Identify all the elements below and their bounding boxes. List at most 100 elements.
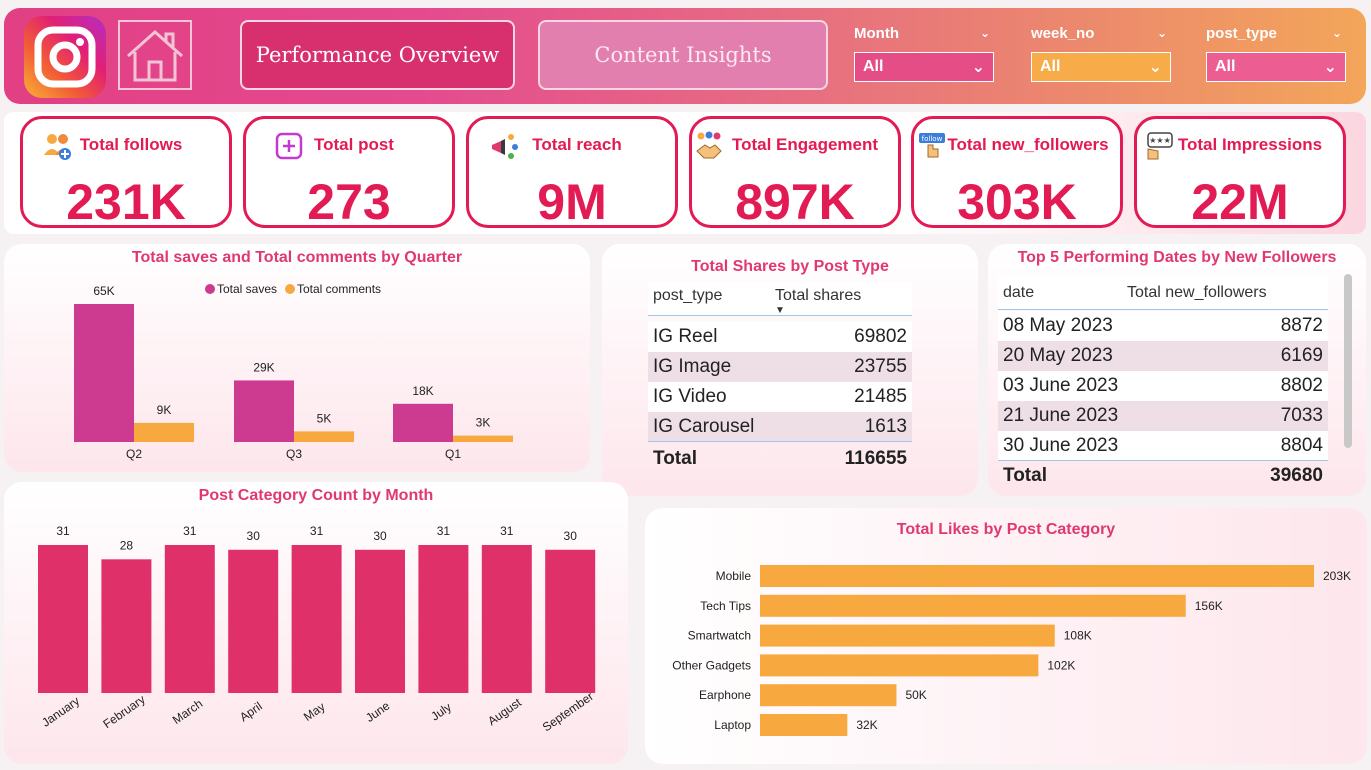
y-tick-label: Smartwatch — [688, 629, 751, 643]
month-slicer: Month ⌄ All ⌄ — [854, 22, 994, 82]
column-header-new-followers[interactable]: Total new_followers — [1127, 284, 1323, 302]
chart-bar — [355, 549, 405, 693]
kpi-card-total-new-followers: follow Total new_followers 303K — [911, 116, 1123, 230]
chart-bar — [74, 304, 134, 442]
table-row[interactable]: IG Video 21485 — [648, 382, 912, 412]
chart-bar — [291, 545, 342, 693]
table-scrollbar[interactable] — [1344, 274, 1352, 448]
data-label: 30 — [247, 529, 261, 543]
table-row[interactable]: 30 June 2023 8804 — [998, 431, 1328, 461]
chart-bar — [234, 380, 294, 442]
data-label: 30 — [564, 529, 578, 543]
x-tick-label: Q3 — [286, 447, 302, 461]
chart-bar — [760, 684, 897, 707]
kpi-value: 897K — [735, 174, 855, 230]
chart-bar — [545, 549, 596, 693]
y-tick-label: Earphone — [699, 688, 751, 702]
kpi-title: Total post — [314, 135, 394, 154]
column-header-post-type[interactable]: post_type — [653, 287, 722, 305]
chart-bar — [760, 624, 1055, 647]
kpi-value: 303K — [957, 174, 1077, 230]
shares-table-card: Total Shares by Post Type post_type Tota… — [602, 244, 978, 496]
kpi-title: Total Engagement — [731, 135, 879, 154]
data-label: 203K — [1323, 569, 1351, 583]
data-label: 30 — [373, 529, 387, 543]
x-tick-label: Q2 — [126, 447, 142, 461]
x-tick-label: September — [540, 689, 596, 734]
kpi-title: Total follows — [79, 135, 183, 154]
legend-marker — [285, 284, 295, 294]
x-tick-label: February — [100, 692, 147, 731]
x-tick-label: March — [170, 696, 205, 727]
legend-label: Total saves — [217, 282, 277, 296]
data-label: 18K — [412, 384, 433, 398]
saves-comments-card: Total saves and Total comments by Quarte… — [4, 244, 590, 472]
table-row[interactable]: 03 June 2023 8802 — [998, 371, 1328, 401]
post-type-dropdown[interactable]: All ⌄ — [1206, 52, 1346, 82]
table-row[interactable]: IG Image 23755 — [648, 352, 912, 382]
kpi-card-total-post: Total post 273 — [243, 116, 455, 230]
chart-bar — [38, 545, 88, 693]
table-row[interactable]: 21 June 2023 7033 — [998, 401, 1328, 431]
post-type-dropdown-value: All — [1215, 58, 1236, 75]
kpi-card-total-impressions: ★★★ Total Impressions 22M — [1134, 116, 1346, 230]
x-tick-label: June — [363, 698, 393, 725]
data-label: 29K — [253, 360, 274, 374]
data-label: 31 — [56, 524, 70, 538]
table-row[interactable]: 08 May 2023 8872 — [998, 311, 1328, 341]
column-header-total-shares[interactable]: Total shares ▼ — [775, 287, 907, 316]
kpi-title: Total Impressions — [1177, 135, 1323, 154]
home-button[interactable] — [118, 20, 192, 90]
kpi-card-total-reach: Total reach 9M — [466, 116, 678, 230]
content-insights-button[interactable]: Content Insights — [538, 20, 828, 90]
data-label: 50K — [905, 688, 926, 702]
table-row[interactable]: 20 May 2023 6169 — [998, 341, 1328, 371]
chevron-down-icon[interactable]: ⌄ — [1332, 26, 1346, 40]
category-by-month-chart: 31 January 28 February 31 March 30 April 31 May 30… — [38, 524, 596, 734]
performance-overview-button[interactable]: Performance Overview — [240, 20, 515, 90]
legend-label: Total comments — [297, 282, 381, 296]
chevron-down-icon[interactable]: ⌄ — [1157, 26, 1171, 40]
chart-bar — [760, 714, 848, 736]
chart-bar — [393, 403, 453, 442]
table-title: Total Shares by Post Type — [691, 258, 889, 275]
x-tick-label: Q1 — [445, 447, 461, 461]
chart-bar — [760, 594, 1186, 617]
shares-table: post_type Total shares ▼ IG Reel 69802 IG… — [648, 282, 912, 482]
chart-bar — [481, 545, 532, 693]
data-label: 28 — [120, 538, 134, 552]
kpi-value: 273 — [307, 174, 391, 230]
instagram-logo-icon — [24, 16, 106, 98]
table-row[interactable]: IG Carousel 1613 — [648, 412, 912, 442]
chart-bar — [164, 545, 215, 693]
kpi-value: 22M — [1191, 174, 1289, 230]
data-label: 31 — [500, 524, 514, 538]
data-label: 9K — [157, 403, 172, 417]
likes-by-category-card: Total Likes by Post Category Mobile 203K T… — [645, 508, 1367, 764]
post-type-slicer-label: post_type — [1206, 24, 1277, 42]
saves-comments-chart: Total saves Total comments 65K 9K Q2 29K 5K Q3 1… — [74, 282, 513, 461]
data-label: 65K — [93, 284, 114, 298]
chevron-down-icon[interactable]: ⌄ — [980, 26, 994, 40]
week-dropdown-value: All — [1040, 58, 1061, 75]
chart-bar — [101, 559, 152, 693]
x-tick-label: August — [485, 695, 524, 728]
week-dropdown[interactable]: All ⌄ — [1031, 52, 1171, 82]
data-label: 32K — [856, 718, 877, 732]
chart-bar — [418, 545, 469, 693]
table-title: Top 5 Performing Dates by New Followers — [1017, 249, 1337, 266]
likes-by-category-chart: Mobile 203K Tech Tips 156K Smartwatch 108K Oth… — [672, 565, 1351, 736]
kpi-card-total-engagement: Total Engagement 897K — [689, 116, 901, 230]
header-bar: Performance Overview Content Insights Mo… — [4, 8, 1366, 104]
month-dropdown[interactable]: All ⌄ — [854, 52, 994, 82]
x-tick-label: April — [237, 699, 265, 724]
data-label: 31 — [183, 524, 197, 538]
y-tick-label: Other Gadgets — [672, 658, 751, 672]
table-row[interactable]: IG Reel 69802 — [648, 322, 912, 352]
post-type-slicer: post_type ⌄ All ⌄ — [1206, 22, 1346, 82]
table-header-row: date Total new_followers — [998, 276, 1328, 310]
data-label: 3K — [476, 416, 491, 430]
y-tick-label: Mobile — [716, 569, 752, 583]
column-header-date[interactable]: date — [1003, 284, 1034, 302]
chevron-down-icon: ⌄ — [971, 59, 985, 76]
